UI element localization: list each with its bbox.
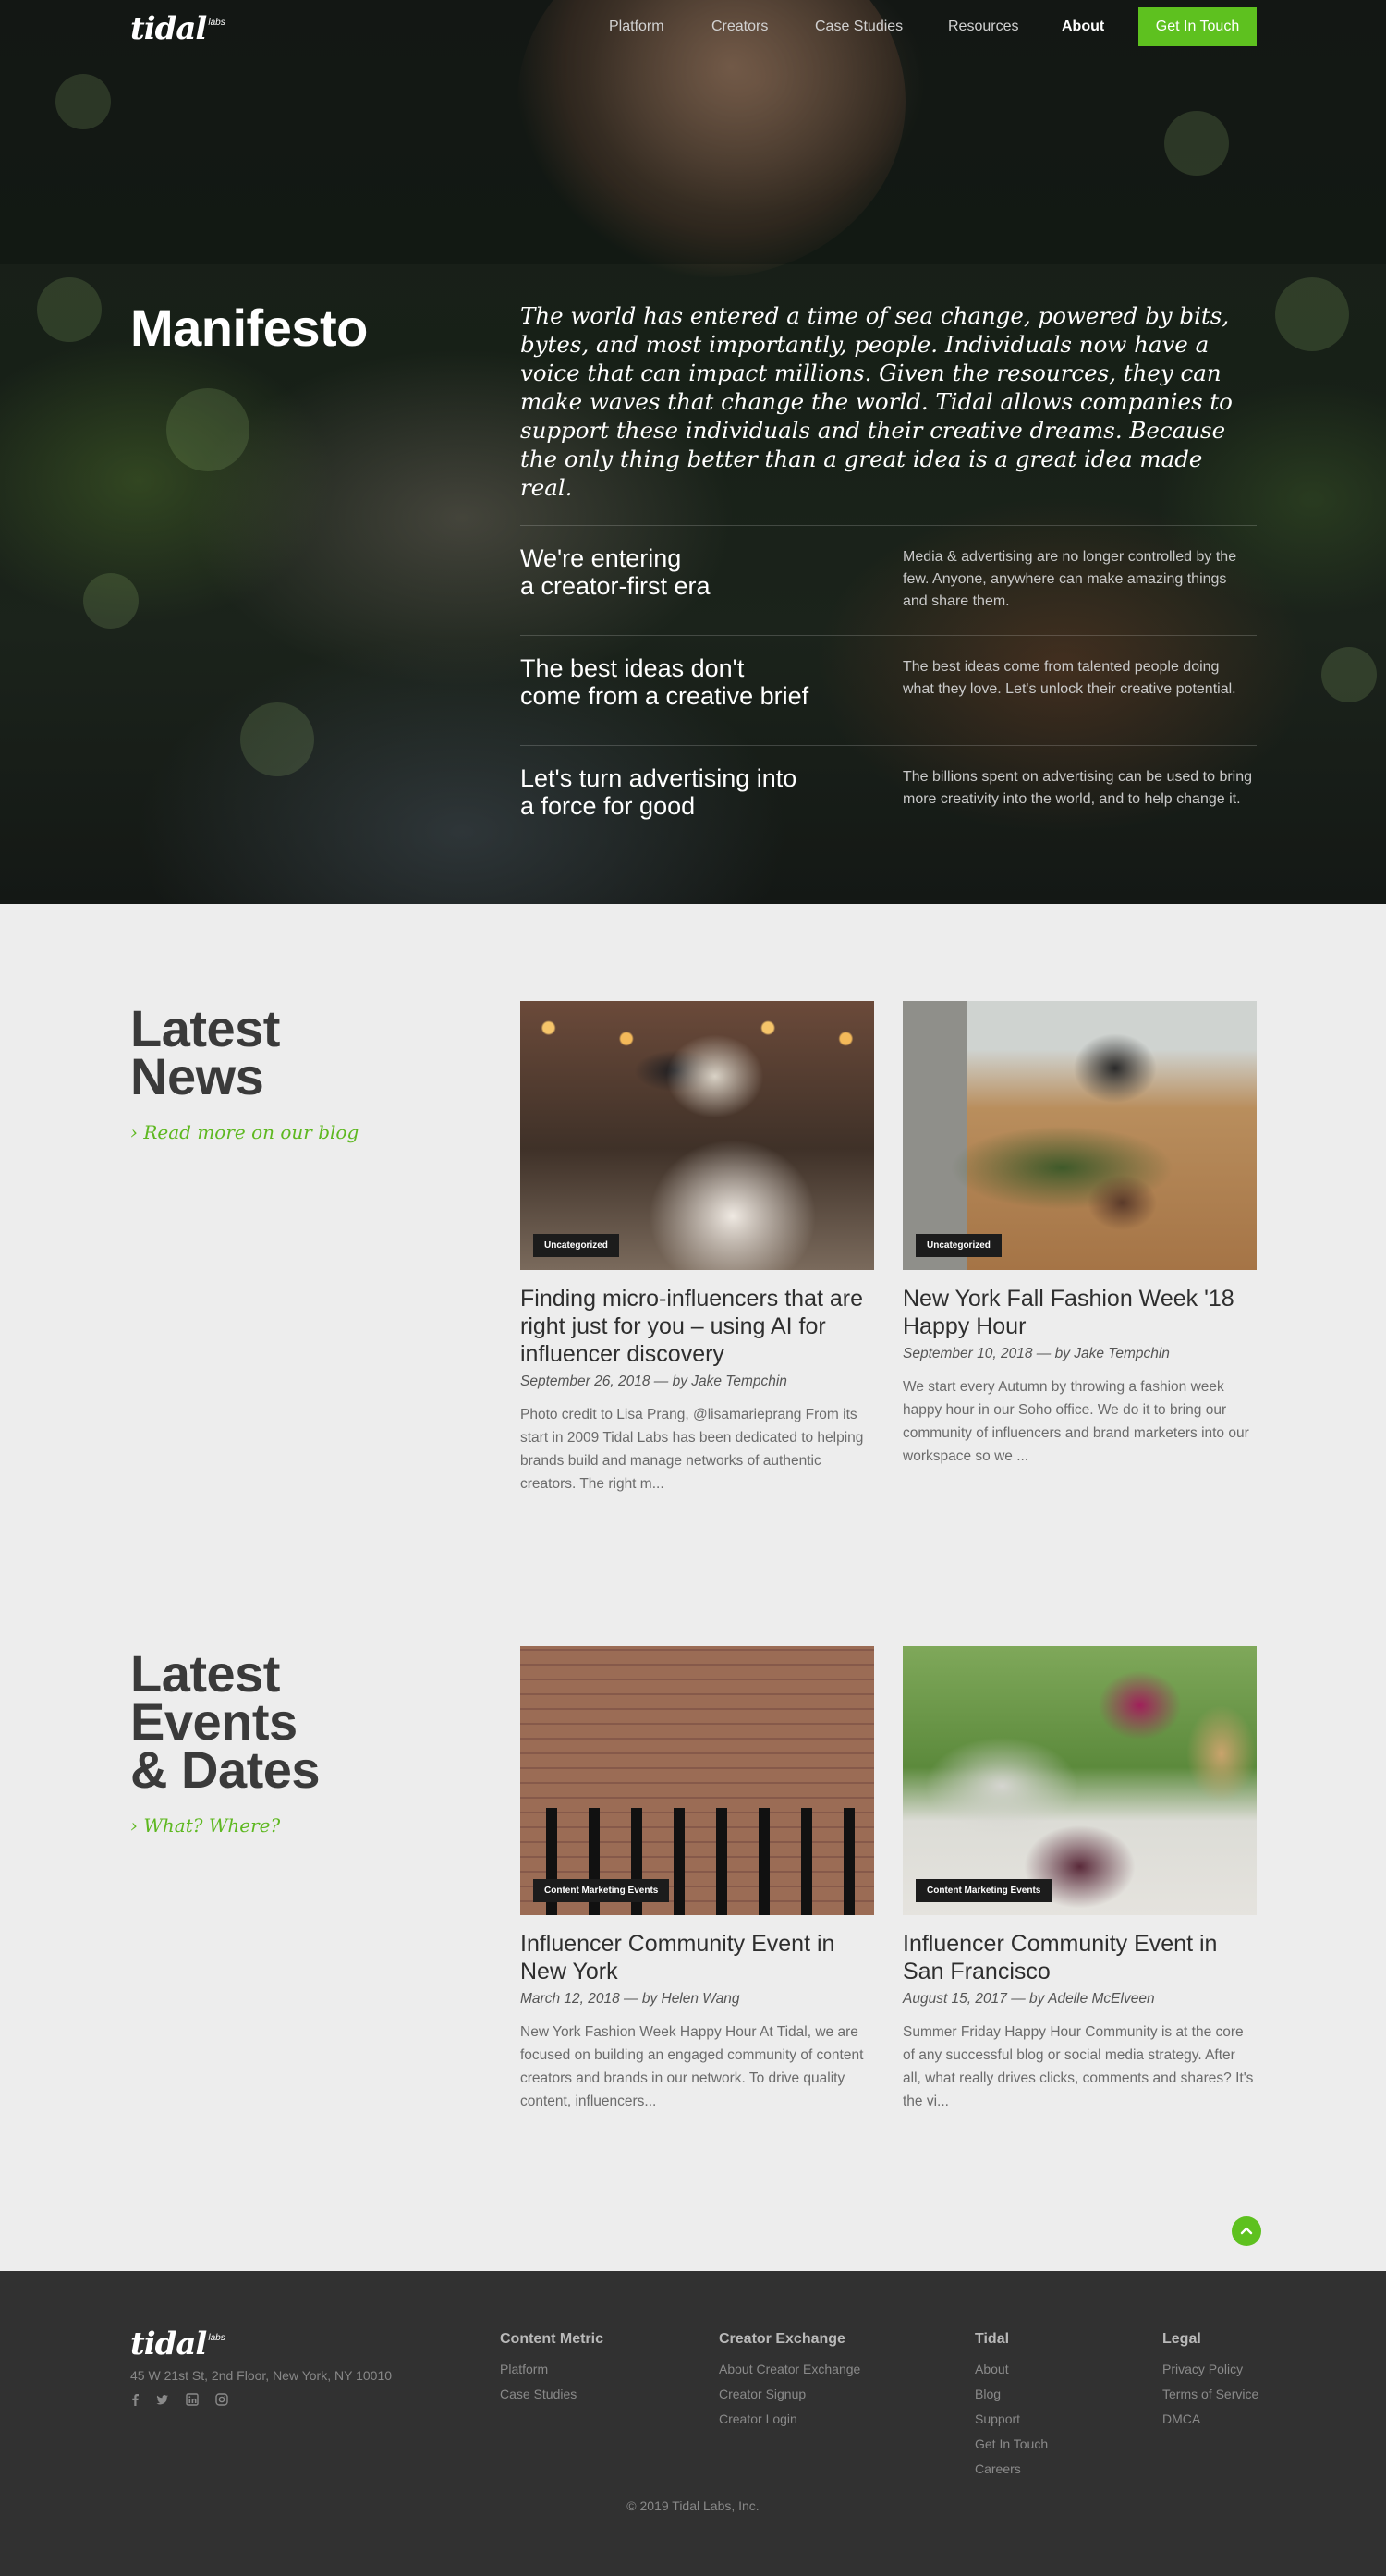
news-card-excerpt: We start every Autumn by throwing a fash… [903, 1379, 1249, 1464]
category-badge[interactable]: Content Marketing Events [916, 1879, 1052, 1902]
footer-link-creator-login[interactable]: Creator Login [719, 2407, 860, 2432]
news-card-title[interactable]: Finding micro-influencers that are right… [520, 1285, 874, 1368]
footer-link-careers[interactable]: Careers [975, 2457, 1048, 2482]
footer-link-privacy-policy[interactable]: Privacy Policy [1162, 2357, 1258, 2382]
event-card-meta: March 12, 2018 — by Helen Wang [520, 1991, 740, 2007]
event-card[interactable]: Content Marketing Events Influencer Comm… [520, 1646, 874, 2113]
manifesto-row-body: Media & advertising are no longer contro… [903, 549, 1237, 609]
back-to-top-button[interactable] [1232, 2216, 1261, 2246]
nav-resources[interactable]: Resources [948, 18, 1018, 35]
footer-link-terms-of-service[interactable]: Terms of Service [1162, 2382, 1258, 2407]
manifesto-statement: The world has entered a time of sea chan… [520, 302, 1233, 501]
footer-col-content-metric: Content Metric Platform Case Studies [500, 2331, 603, 2407]
heading-line: The best ideas don't [520, 654, 745, 682]
news-card-excerpt: Photo credit to Lisa Prang, @lisamariepr… [520, 1407, 864, 1492]
heading-line: Let's turn advertising into [520, 764, 797, 792]
category-badge[interactable]: Uncategorized [916, 1234, 1002, 1257]
facebook-icon[interactable] [130, 2393, 140, 2406]
linkedin-icon[interactable] [186, 2393, 199, 2406]
logo-wordmark: tidal [130, 10, 207, 47]
category-badge[interactable]: Content Marketing Events [533, 1879, 670, 1902]
footer-address: 45 W 21st St, 2nd Floor, New York, NY 10… [130, 2368, 393, 2383]
event-card[interactable]: Content Marketing Events Influencer Comm… [903, 1646, 1257, 2113]
news-card[interactable]: Uncategorized New York Fall Fashion Week… [903, 1001, 1257, 1468]
event-card-title[interactable]: Influencer Community Event in San Franci… [903, 1930, 1257, 1985]
get-in-touch-button[interactable]: Get In Touch [1138, 7, 1257, 46]
site-footer: tidal labs 45 W 21st St, 2nd Floor, New … [0, 2271, 1386, 2576]
heading-line: a force for good [520, 792, 696, 820]
event-card-excerpt: New York Fashion Week Happy Hour At Tida… [520, 2024, 864, 2109]
news-card[interactable]: Uncategorized Finding micro-influencers … [520, 1001, 874, 1496]
manifesto-row-heading: Let's turn advertising into a force for … [520, 764, 871, 820]
tidal-logo[interactable]: tidal labs [130, 13, 225, 44]
heading-line: come from a creative brief [520, 682, 809, 710]
news-card-title[interactable]: New York Fall Fashion Week '18 Happy Hou… [903, 1285, 1257, 1340]
news-card-image[interactable]: Uncategorized [520, 1001, 874, 1270]
manifesto-title: Manifesto [130, 299, 368, 357]
footer-link-dmca[interactable]: DMCA [1162, 2407, 1258, 2432]
instagram-icon[interactable] [215, 2393, 228, 2406]
footer-link-creator-signup[interactable]: Creator Signup [719, 2382, 860, 2407]
copyright-text: © 2019 Tidal Labs, Inc. [626, 2498, 760, 2513]
manifesto-row-body: The billions spent on advertising can be… [903, 769, 1253, 807]
event-card-image[interactable]: Content Marketing Events [903, 1646, 1257, 1915]
event-card-image[interactable]: Content Marketing Events [520, 1646, 874, 1915]
footer-link-case-studies[interactable]: Case Studies [500, 2382, 603, 2407]
logo-subtext: labs [208, 2333, 225, 2343]
manifesto-row-heading: We're entering a creator-first era [520, 544, 871, 600]
logo-wordmark: tidal [130, 2326, 207, 2362]
what-where-link[interactable]: › What? Where? [130, 1814, 280, 1837]
top-navigation: tidal labs Platform Creators Case Studie… [0, 0, 1386, 55]
event-card-meta: August 15, 2017 — by Adelle McElveen [903, 1991, 1155, 2007]
events-section-title: Latest Events & Dates [130, 1648, 321, 1796]
title-line: News [130, 1047, 264, 1105]
footer-link-about[interactable]: About [975, 2357, 1048, 2382]
footer-col-heading: Content Metric [500, 2331, 603, 2347]
read-more-blog-link[interactable]: › Read more on our blog [130, 1121, 359, 1143]
event-card-excerpt: Summer Friday Happy Hour Community is at… [903, 2024, 1254, 2109]
footer-col-heading: Creator Exchange [719, 2331, 845, 2347]
footer-col-heading: Legal [1162, 2331, 1201, 2347]
manifesto-row: Let's turn advertising into a force for … [520, 745, 1257, 855]
manifesto-row-body: The best ideas come from talented people… [903, 659, 1236, 697]
footer-link-get-in-touch[interactable]: Get In Touch [975, 2432, 1048, 2457]
heading-line: We're entering [520, 544, 682, 572]
title-line: & Dates [130, 1740, 321, 1799]
news-card-meta: September 26, 2018 — by Jake Tempchin [520, 1373, 787, 1389]
manifesto-row: We're entering a creator-first era Media… [520, 525, 1257, 635]
nav-about[interactable]: About [1062, 18, 1104, 35]
event-card-title[interactable]: Influencer Community Event in New York [520, 1930, 874, 1985]
twitter-icon[interactable] [156, 2393, 169, 2406]
category-badge[interactable]: Uncategorized [533, 1234, 619, 1257]
manifesto-row-heading: The best ideas don't come from a creativ… [520, 654, 871, 710]
footer-col-legal: Legal Privacy Policy Terms of Service DM… [1162, 2331, 1258, 2432]
logo-subtext: labs [208, 18, 225, 28]
news-card-image[interactable]: Uncategorized [903, 1001, 1257, 1270]
chevron-up-icon [1240, 2227, 1253, 2235]
social-links [130, 2393, 228, 2406]
footer-link-platform[interactable]: Platform [500, 2357, 603, 2382]
footer-logo[interactable]: tidal labs [130, 2328, 225, 2360]
nav-case-studies[interactable]: Case Studies [815, 18, 903, 35]
news-section-title: Latest News [130, 1003, 280, 1103]
manifesto-row: The best ideas don't come from a creativ… [520, 635, 1257, 745]
news-card-meta: September 10, 2018 — by Jake Tempchin [903, 1346, 1170, 1361]
nav-platform[interactable]: Platform [609, 18, 664, 35]
footer-col-tidal: Tidal About Blog Support Get In Touch Ca… [975, 2331, 1048, 2482]
footer-col-creator-exchange: Creator Exchange About Creator Exchange … [719, 2331, 860, 2432]
footer-col-heading: Tidal [975, 2331, 1010, 2347]
footer-link-about-creator-exchange[interactable]: About Creator Exchange [719, 2357, 860, 2382]
heading-line: a creator-first era [520, 572, 711, 600]
footer-link-support[interactable]: Support [975, 2407, 1048, 2432]
footer-link-blog[interactable]: Blog [975, 2382, 1048, 2407]
nav-creators[interactable]: Creators [711, 18, 768, 35]
